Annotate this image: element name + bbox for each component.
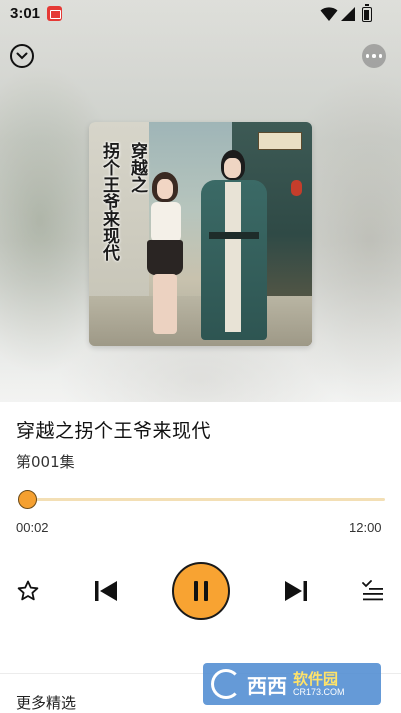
current-time: 00:02 [16,520,49,535]
album-cover: 穿越之 拐个王爷来现代 [89,122,312,346]
cover-man-belt [209,232,259,239]
cover-girl-shirt [151,202,181,242]
cover-girl-legs [153,274,177,334]
cover-title-line-2: 拐个王爷来现代 [99,142,119,261]
episode-label: 第001集 [16,453,75,471]
total-time: 12:00 [349,520,382,535]
book-title: 穿越之拐个王爷来现代 [16,420,212,442]
cover-shop-sign [258,132,302,150]
watermark-brand: 西西 [247,673,287,698]
watermark-logo [211,669,241,699]
cover-lantern [291,180,302,196]
wifi-icon [320,7,338,21]
more-picks-heading: 更多精选 [16,694,77,712]
cover-man-inner-robe [225,182,241,332]
site-watermark: 西西 软件园 CR173.COM [203,663,381,705]
favorite-button[interactable] [14,577,42,605]
star-icon [17,580,39,601]
signal-icon [341,7,355,21]
chevron-down-icon [16,52,28,60]
watermark-url: CR173.COM [293,687,345,697]
more-options-button[interactable] [362,44,386,68]
battery-icon [362,4,372,22]
pause-icon [194,581,208,601]
dot-icon [378,54,383,58]
playlist-button[interactable] [358,577,386,605]
notification-app-icon [47,6,62,21]
skip-previous-icon [95,581,117,601]
previous-button[interactable] [91,576,121,606]
cover-man-face [224,158,241,178]
cover-girl-skirt [147,240,183,275]
watermark-tagline: 软件园 [293,670,339,688]
playlist-icon [362,580,383,601]
status-time: 3:01 [10,5,41,22]
cover-title-line-1: 穿越之 [127,142,147,193]
cover-girl-face [157,179,173,199]
progress-knob[interactable] [18,490,38,509]
skip-next-icon [285,581,307,601]
progress-bar[interactable] [20,498,385,501]
next-button[interactable] [281,576,311,606]
dot-icon [372,54,376,58]
status-bar: 3:01 [0,0,401,28]
play-pause-button[interactable] [172,562,230,620]
dot-icon [365,54,370,58]
collapse-player-button[interactable] [10,44,34,68]
